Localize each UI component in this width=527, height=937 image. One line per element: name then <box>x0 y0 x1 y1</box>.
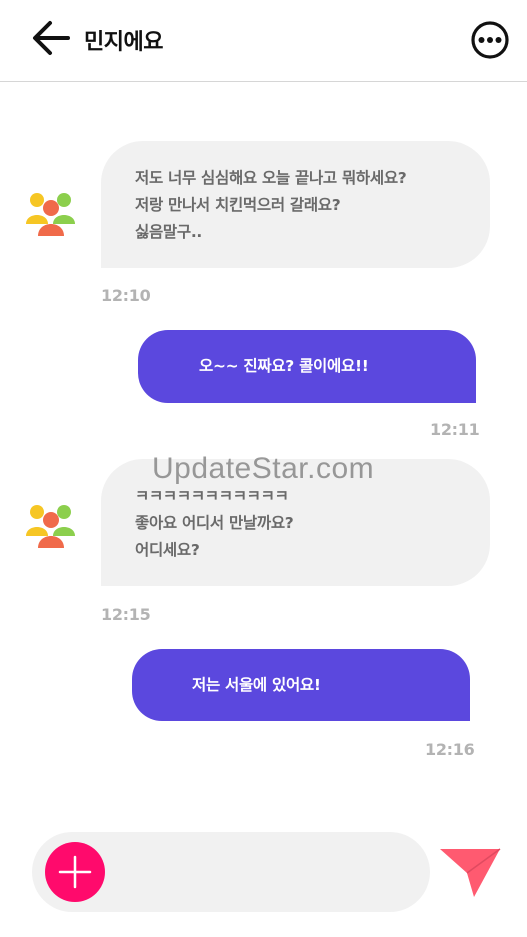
message-line: ㅋㅋㅋㅋㅋㅋㅋㅋㅋㅋㅋ <box>135 487 289 505</box>
more-options-icon <box>471 21 509 59</box>
message-timestamp: 12:16 <box>425 740 475 759</box>
message-timestamp: 12:11 <box>430 420 480 439</box>
people-group-icon <box>26 193 75 236</box>
message-line: 싫음말구.. <box>135 223 203 241</box>
send-button[interactable] <box>438 845 502 901</box>
send-icon <box>440 848 501 897</box>
more-options-button[interactable] <box>470 20 510 60</box>
message-input[interactable] <box>118 850 408 894</box>
message-line: 저도 너무 심심해요 오늘 끝나고 뭐하세요? <box>135 169 407 187</box>
incoming-message-bubble: 저도 너무 심심해요 오늘 끝나고 뭐하세요? 저랑 만나서 치킨먹으러 갈래요… <box>101 141 490 268</box>
people-group-icon <box>26 505 75 548</box>
message-line: 좋아요 어디서 만날까요? <box>135 514 294 532</box>
back-button[interactable] <box>28 18 72 58</box>
message-timestamp: 12:15 <box>101 605 151 624</box>
outgoing-message-bubble: 오~~ 진짜요? 콜이에요!! <box>138 330 476 403</box>
chat-header: 민지에요 <box>0 0 527 82</box>
plus-icon <box>58 855 92 889</box>
message-timestamp: 12:10 <box>101 286 151 305</box>
chat-title: 민지에요 <box>84 30 163 55</box>
add-attachment-button[interactable] <box>45 842 105 902</box>
message-text: 저는 서울에 있어요! <box>192 676 321 694</box>
message-line: 어디세요? <box>135 541 200 559</box>
message-text: 오~~ 진짜요? 콜이에요!! <box>199 357 369 375</box>
sender-avatar <box>25 502 77 552</box>
message-line: 저랑 만나서 치킨먹으러 갈래요? <box>135 196 341 214</box>
outgoing-message-bubble: 저는 서울에 있어요! <box>132 649 470 721</box>
sender-avatar <box>25 190 77 240</box>
watermark: UpdateStar.com <box>152 452 375 485</box>
arrow-left-icon <box>33 21 70 55</box>
